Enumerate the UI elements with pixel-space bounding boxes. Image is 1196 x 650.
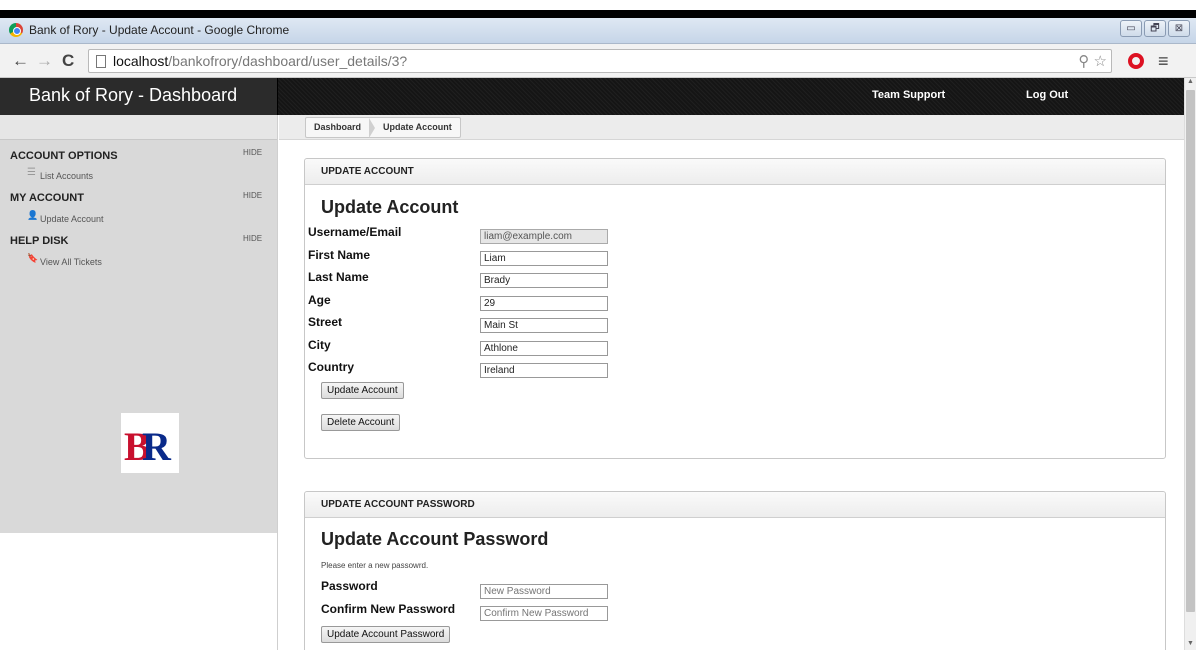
- back-arrow-icon[interactable]: ←: [12, 51, 29, 71]
- breadcrumb-update-account[interactable]: Update Account: [369, 118, 460, 137]
- window-controls: ▭ 🗗 ⊠: [1120, 20, 1190, 37]
- log-out-link[interactable]: Log Out: [1026, 89, 1068, 101]
- sidebar-item-view-all-tickets[interactable]: View All Tickets: [40, 257, 102, 267]
- update-account-heading: Update Account: [321, 197, 459, 217]
- last-name-label: Last Name: [308, 270, 369, 284]
- confirm-password-field[interactable]: [480, 606, 608, 621]
- vertical-scrollbar[interactable]: ▲ ▼: [1184, 78, 1196, 650]
- country-field[interactable]: [480, 363, 608, 378]
- bookmark-icon: 🔖: [27, 253, 39, 263]
- breadcrumb: Dashboard Update Account: [305, 117, 461, 138]
- update-account-panel-title: UPDATE ACCOUNT: [321, 166, 414, 177]
- street-field[interactable]: [480, 318, 608, 333]
- scroll-down-icon[interactable]: ▼: [1187, 640, 1194, 647]
- extension-icon[interactable]: [1128, 53, 1144, 69]
- logo-letter-r: R: [142, 424, 171, 469]
- age-label: Age: [308, 293, 331, 307]
- brand-title[interactable]: Bank of Rory - Dashboard: [29, 85, 237, 106]
- screen-top-edge: [0, 0, 1196, 18]
- star-icon[interactable]: ☆: [1094, 53, 1107, 70]
- reload-icon[interactable]: C: [62, 51, 74, 71]
- update-password-button[interactable]: Update Account Password: [321, 626, 451, 643]
- sidebar-item-list-accounts[interactable]: List Accounts: [40, 171, 93, 181]
- url-text: localhost/bankofrory/dashboard/user_deta…: [113, 53, 407, 69]
- list-icon: ☰: [27, 167, 36, 178]
- sidebar-section-help-disk[interactable]: HELP DISK: [10, 235, 68, 247]
- username-label: Username/Email: [308, 225, 402, 239]
- sidebar-item-update-account[interactable]: Update Account: [40, 214, 104, 224]
- window-titlebar: Bank of Rory - Update Account - Google C…: [0, 18, 1196, 44]
- update-password-panel: UPDATE ACCOUNT PASSWORD Update Account P…: [304, 491, 1166, 650]
- user-icon: 👤: [27, 210, 39, 220]
- update-password-panel-header: UPDATE ACCOUNT PASSWORD: [305, 492, 1165, 518]
- username-field[interactable]: [480, 229, 608, 244]
- breadcrumb-bar: Dashboard Update Account: [279, 115, 1184, 140]
- hide-my-account-button[interactable]: HIDE: [243, 191, 262, 200]
- confirm-password-label: Confirm New Password: [321, 602, 456, 616]
- restore-icon[interactable]: 🗗: [1144, 20, 1166, 37]
- new-password-field[interactable]: [480, 584, 608, 599]
- chrome-logo-icon: [9, 23, 23, 37]
- brand-box: Bank of Rory - Dashboard: [0, 78, 278, 115]
- update-password-panel-title: UPDATE ACCOUNT PASSWORD: [321, 499, 475, 510]
- address-bar[interactable]: localhost/bankofrory/dashboard/user_deta…: [88, 49, 1112, 73]
- close-icon[interactable]: ⊠: [1168, 20, 1190, 37]
- zoom-icon[interactable]: ⚲: [1078, 53, 1089, 70]
- logo-letter-b: B: [124, 424, 150, 469]
- age-field[interactable]: [480, 296, 608, 311]
- city-label: City: [308, 338, 331, 352]
- url-host: localhost: [113, 53, 169, 69]
- scroll-up-icon[interactable]: ▲: [1187, 78, 1194, 85]
- window-title: Bank of Rory - Update Account - Google C…: [29, 23, 290, 37]
- scrollbar-thumb[interactable]: [1186, 90, 1195, 612]
- forward-arrow-icon[interactable]: →: [36, 51, 53, 71]
- breadcrumb-dashboard[interactable]: Dashboard: [306, 118, 376, 138]
- chrome-menu-icon[interactable]: ≡: [1158, 52, 1169, 70]
- minimize-icon[interactable]: ▭: [1120, 20, 1142, 37]
- sidebar: ACCOUNT OPTIONS HIDE ☰ List Accounts MY …: [0, 115, 278, 650]
- update-account-button[interactable]: Update Account: [321, 382, 404, 399]
- bank-logo: BR: [121, 413, 179, 473]
- first-name-label: First Name: [308, 248, 371, 262]
- page-icon: [96, 55, 106, 68]
- update-account-panel: UPDATE ACCOUNT Update Account Username/E…: [304, 158, 1166, 459]
- app-header: Bank of Rory - Dashboard Team Support Lo…: [0, 78, 1184, 115]
- city-field[interactable]: [480, 341, 608, 356]
- sidebar-section-account-options[interactable]: ACCOUNT OPTIONS: [10, 150, 118, 162]
- sidebar-section-my-account[interactable]: MY ACCOUNT: [10, 192, 84, 204]
- team-support-link[interactable]: Team Support: [872, 89, 945, 101]
- url-path: /bankofrory/dashboard/user_details/3?: [168, 53, 408, 69]
- update-password-heading: Update Account Password: [321, 529, 549, 549]
- password-hint: Please enter a new passowrd.: [321, 561, 429, 570]
- hide-help-disk-button[interactable]: HIDE: [243, 234, 262, 243]
- first-name-field[interactable]: [480, 251, 608, 266]
- sidebar-top-band: [0, 115, 277, 140]
- omnibox-icons: ⚲ ☆: [1078, 52, 1107, 70]
- password-label: Password: [321, 579, 378, 593]
- street-label: Street: [308, 315, 343, 329]
- delete-account-button[interactable]: Delete Account: [321, 414, 401, 431]
- update-account-panel-header: UPDATE ACCOUNT: [305, 159, 1165, 185]
- browser-toolbar: ← → C localhost/bankofrory/dashboard/use…: [0, 44, 1196, 78]
- last-name-field[interactable]: [480, 273, 608, 288]
- country-label: Country: [308, 360, 354, 374]
- hide-account-options-button[interactable]: HIDE: [243, 148, 262, 157]
